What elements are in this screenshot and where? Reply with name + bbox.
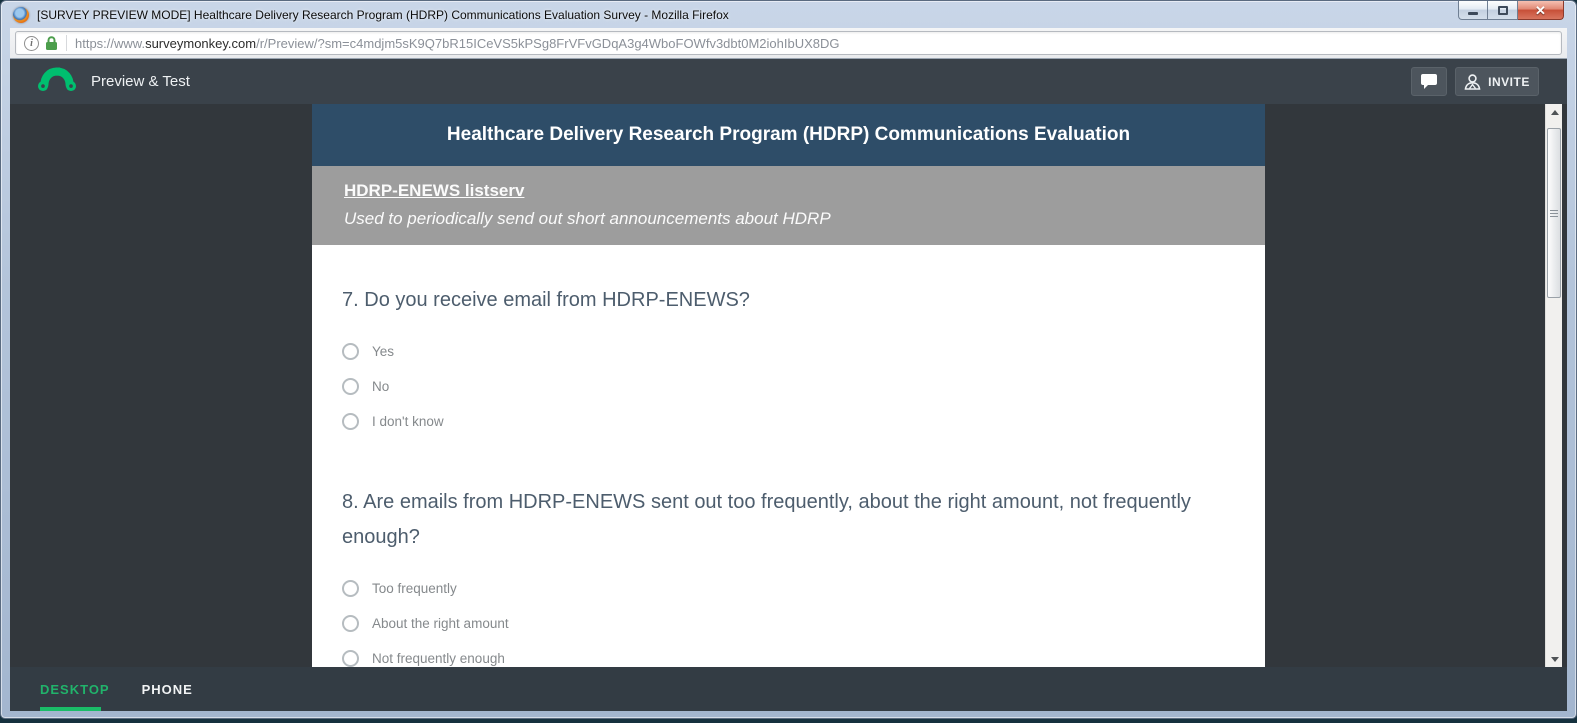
option-label: No bbox=[372, 379, 390, 394]
firefox-icon bbox=[13, 6, 29, 23]
browser-window: [SURVEY PREVIEW MODE] Healthcare Deliver… bbox=[0, 0, 1577, 719]
section-description: Used to periodically send out short anno… bbox=[344, 209, 831, 228]
option-label: About the right amount bbox=[372, 616, 509, 631]
question-7-number: 7. bbox=[342, 289, 359, 311]
url-prefix: https://www. bbox=[75, 35, 146, 51]
url-path: /r/Preview/?sm=c4mdjm5sK9Q7bR15ICeVS5kPS… bbox=[256, 35, 840, 51]
option-label: I don't know bbox=[372, 414, 444, 429]
feedback-chat-button[interactable] bbox=[1411, 67, 1447, 96]
section-banner: HDRP-ENEWS listserv Used to periodically… bbox=[312, 166, 1265, 245]
thumb-grip bbox=[1550, 209, 1558, 211]
tab-desktop[interactable]: DESKTOP bbox=[40, 682, 110, 697]
survey-card: Healthcare Delivery Research Program (HD… bbox=[312, 104, 1265, 667]
url-bar[interactable]: i https://www.surveymonkey.com/r/Preview… bbox=[15, 31, 1562, 55]
option-yes[interactable]: Yes bbox=[342, 334, 1233, 369]
question-8-text: Are emails from HDRP-ENEWS sent out too … bbox=[342, 491, 1191, 548]
option-no[interactable]: No bbox=[342, 369, 1233, 404]
radio-button[interactable] bbox=[342, 413, 359, 430]
question-8-options: Too frequently About the right amount No… bbox=[342, 571, 1233, 667]
question-8: 8. Are emails from HDRP-ENEWS sent out t… bbox=[342, 485, 1233, 667]
minimize-icon bbox=[1468, 11, 1478, 15]
page-viewport: Preview & Test INVITE Healthcare Deliver… bbox=[10, 59, 1567, 711]
option-about-right[interactable]: About the right amount bbox=[342, 606, 1233, 641]
device-preview-tabs: DESKTOP PHONE bbox=[10, 667, 1567, 711]
url-divider bbox=[66, 35, 67, 51]
radio-button[interactable] bbox=[342, 378, 359, 395]
close-button[interactable]: ✕ bbox=[1518, 1, 1564, 20]
survey-title: Healthcare Delivery Research Program (HD… bbox=[312, 104, 1265, 166]
window-bottom-border bbox=[1, 711, 1576, 720]
window-controls: ✕ bbox=[1458, 1, 1564, 20]
radio-button[interactable] bbox=[342, 615, 359, 632]
minimize-button[interactable] bbox=[1458, 1, 1488, 20]
radio-button[interactable] bbox=[342, 650, 359, 667]
invite-label: INVITE bbox=[1488, 74, 1530, 89]
window-titlebar[interactable]: [SURVEY PREVIEW MODE] Healthcare Deliver… bbox=[1, 1, 1576, 28]
window-title: [SURVEY PREVIEW MODE] Healthcare Deliver… bbox=[37, 7, 729, 22]
section-heading: HDRP-ENEWS listserv bbox=[344, 181, 525, 200]
scroll-up-button[interactable] bbox=[1546, 104, 1563, 120]
scroll-down-icon bbox=[1550, 656, 1559, 662]
https-lock-icon bbox=[46, 35, 57, 50]
question-8-number: 8. bbox=[342, 491, 359, 513]
option-label: Yes bbox=[372, 344, 395, 359]
scrollbar-thumb[interactable] bbox=[1547, 128, 1561, 298]
url-domain: surveymonkey.com bbox=[145, 35, 257, 51]
invite-button[interactable]: INVITE bbox=[1455, 67, 1539, 96]
option-label: Too frequently bbox=[372, 581, 457, 596]
surveymonkey-logo-icon[interactable] bbox=[38, 66, 76, 97]
active-tab-indicator bbox=[40, 707, 101, 711]
browser-toolbar: i https://www.surveymonkey.com/r/Preview… bbox=[10, 28, 1567, 59]
question-7-options: Yes No I don't know bbox=[342, 334, 1233, 439]
scroll-up-icon bbox=[1550, 109, 1559, 115]
scroll-down-button[interactable] bbox=[1546, 651, 1563, 667]
question-7-text: Do you receive email from HDRP-ENEWS? bbox=[364, 289, 750, 311]
chat-bubble-icon bbox=[1421, 73, 1437, 89]
preview-test-label: Preview & Test bbox=[91, 73, 190, 90]
survey-preview-area: Healthcare Delivery Research Program (HD… bbox=[10, 104, 1567, 667]
page-scrollbar[interactable] bbox=[1545, 104, 1562, 667]
thumb-grip bbox=[1550, 212, 1558, 214]
url-text: https://www.surveymonkey.com/r/Preview/?… bbox=[75, 36, 840, 51]
option-not-frequently[interactable]: Not frequently enough bbox=[342, 641, 1233, 667]
option-dont-know[interactable]: I don't know bbox=[342, 404, 1233, 439]
question-7-heading: 7. Do you receive email from HDRP-ENEWS? bbox=[342, 283, 1232, 318]
invite-person-icon bbox=[1464, 74, 1481, 90]
option-too-frequently[interactable]: Too frequently bbox=[342, 571, 1233, 606]
surveymonkey-header: Preview & Test INVITE bbox=[10, 59, 1567, 104]
question-list: 7. Do you receive email from HDRP-ENEWS?… bbox=[312, 245, 1265, 667]
radio-button[interactable] bbox=[342, 580, 359, 597]
option-label: Not frequently enough bbox=[372, 651, 505, 666]
radio-button[interactable] bbox=[342, 343, 359, 360]
maximize-icon bbox=[1497, 5, 1508, 15]
tab-phone[interactable]: PHONE bbox=[142, 682, 193, 697]
maximize-button[interactable] bbox=[1488, 1, 1518, 20]
question-7: 7. Do you receive email from HDRP-ENEWS?… bbox=[342, 283, 1233, 439]
close-icon: ✕ bbox=[1535, 2, 1546, 18]
site-info-icon[interactable]: i bbox=[24, 35, 39, 51]
thumb-grip bbox=[1550, 215, 1558, 217]
question-8-heading: 8. Are emails from HDRP-ENEWS sent out t… bbox=[342, 485, 1232, 555]
